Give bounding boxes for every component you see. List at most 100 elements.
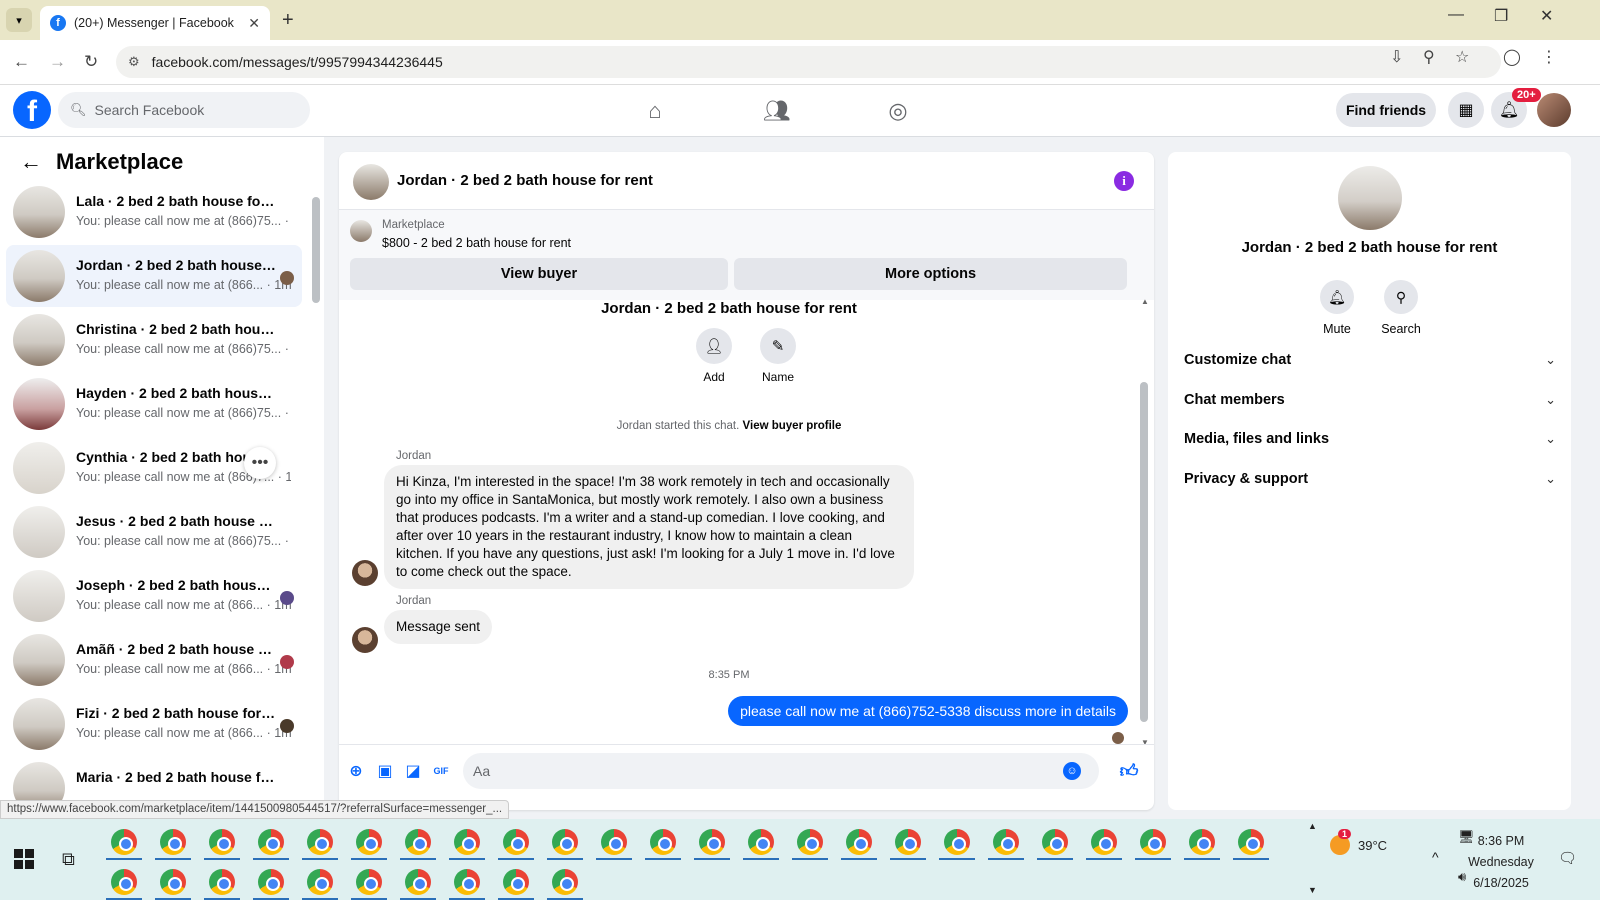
chrome-taskbar-icon[interactable]	[601, 829, 627, 855]
url-text[interactable]: facebook.com/messages/t/9957994344236445	[152, 54, 443, 70]
chrome-taskbar-icon[interactable]	[503, 869, 529, 895]
chrome-taskbar-icon[interactable]	[503, 829, 529, 855]
more-options-dots-icon[interactable]: •••	[244, 447, 276, 479]
conversation-item[interactable]: Lala · 2 bed 2 bath house for rent You: …	[6, 181, 302, 243]
notifications-center-icon[interactable]: 🗨︎	[1558, 849, 1577, 867]
emoji-icon[interactable]: ☺	[1063, 762, 1081, 780]
zoom-icon[interactable]: ⚲	[1423, 47, 1435, 67]
view-buyer-profile-link[interactable]: View buyer profile	[743, 420, 842, 432]
view-buyer-button[interactable]: View buyer	[350, 258, 728, 290]
attach-media-icon[interactable]: ▣	[375, 761, 395, 781]
name-action[interactable]: ✎ Name	[748, 328, 808, 384]
chrome-taskbar-icon[interactable]	[209, 829, 235, 855]
chrome-taskbar-icon[interactable]	[356, 869, 382, 895]
chrome-taskbar-icon[interactable]	[160, 829, 186, 855]
back-icon[interactable]: ←	[13, 52, 30, 72]
taskbar-scroll-down-icon[interactable]: ▼	[1308, 885, 1317, 895]
task-view-icon[interactable]: ⧉	[62, 849, 75, 870]
chrome-taskbar-icon[interactable]	[895, 829, 921, 855]
chrome-taskbar-icon[interactable]	[356, 829, 382, 855]
chrome-taskbar-icon[interactable]	[111, 829, 137, 855]
home-icon[interactable]: ⌂	[641, 97, 669, 125]
customize-chat-row[interactable]: Customize chat ⌄	[1180, 342, 1560, 378]
site-info-icon[interactable]: ⚙	[128, 54, 140, 70]
incoming-message[interactable]: Message sent	[384, 610, 493, 644]
gif-icon[interactable]: GIF	[431, 761, 451, 781]
chrome-taskbar-icon[interactable]	[797, 829, 823, 855]
conversation-item[interactable]: Christina · 2 bed 2 bath house f... You:…	[6, 309, 302, 371]
groups-icon[interactable]: ◎	[884, 97, 912, 125]
account-avatar[interactable]	[1537, 93, 1571, 127]
chrome-taskbar-icon[interactable]	[552, 869, 578, 895]
chrome-taskbar-icon[interactable]	[307, 869, 333, 895]
sticker-icon[interactable]: ◪	[403, 761, 423, 781]
bookmark-star-icon[interactable]: ☆	[1455, 47, 1469, 67]
windows-start-icon[interactable]	[14, 849, 34, 869]
taskbar-scroll-up-icon[interactable]: ▲	[1308, 821, 1317, 831]
tab-close-icon[interactable]: ✕	[248, 15, 260, 32]
facebook-logo-icon[interactable]: f	[13, 91, 51, 129]
outgoing-message[interactable]: please call now me at (866)752-5338 disc…	[728, 696, 1128, 726]
friends-icon[interactable]: 👥︎	[763, 97, 791, 125]
chat-members-row[interactable]: Chat members ⌄	[1180, 382, 1560, 418]
weather-widget[interactable]: 1 39°C	[1330, 829, 1387, 855]
chrome-taskbar-icon[interactable]	[748, 829, 774, 855]
listing-title[interactable]: $800 - 2 bed 2 bath house for rent	[382, 236, 571, 250]
conversation-item-active[interactable]: Jordan · 2 bed 2 bath house f... You: pl…	[6, 245, 302, 307]
system-clock[interactable]: 8:36 PM Wednesday 6/18/2025	[1458, 831, 1544, 894]
close-window-icon[interactable]: ✕	[1540, 6, 1553, 26]
sender-avatar[interactable]	[352, 627, 378, 653]
plus-actions-icon[interactable]: ⊕	[346, 761, 366, 781]
facebook-search-input[interactable]: 🔍︎ Search Facebook	[58, 92, 310, 128]
chrome-taskbar-icon[interactable]	[454, 869, 480, 895]
conversation-item[interactable]: Joseph · 2 bed 2 bath house f... You: pl…	[6, 565, 302, 627]
message-input[interactable]: Aa ☺	[463, 753, 1099, 789]
conversation-item[interactable]: Jesus · 2 bed 2 bath house for r... You:…	[6, 501, 302, 563]
chrome-taskbar-icon[interactable]	[1189, 829, 1215, 855]
chrome-taskbar-icon[interactable]	[405, 829, 431, 855]
chrome-taskbar-icon[interactable]	[209, 869, 235, 895]
incoming-message[interactable]: Hi Kinza, I'm interested in the space! I…	[384, 465, 914, 589]
sender-avatar[interactable]	[352, 560, 378, 586]
sidebar-scrollbar[interactable]	[312, 197, 320, 303]
chrome-taskbar-icon[interactable]	[1042, 829, 1068, 855]
chrome-taskbar-icon[interactable]	[1238, 829, 1264, 855]
restore-icon[interactable]: ❐	[1494, 6, 1508, 26]
profile-icon[interactable]: ◯	[1503, 47, 1521, 67]
find-friends-button[interactable]: Find friends	[1336, 93, 1436, 127]
info-icon[interactable]: i	[1114, 171, 1134, 191]
conversation-item[interactable]: Fizi · 2 bed 2 bath house for r... You: …	[6, 693, 302, 755]
chrome-taskbar-icon[interactable]	[160, 869, 186, 895]
scroll-up-icon[interactable]: ▲	[1141, 297, 1149, 306]
search-action[interactable]: ⚲ Search	[1371, 280, 1431, 336]
chrome-taskbar-icon[interactable]	[552, 829, 578, 855]
chrome-taskbar-icon[interactable]	[846, 829, 872, 855]
chrome-taskbar-icon[interactable]	[650, 829, 676, 855]
browser-tab[interactable]: f (20+) Messenger | Facebook ✕	[40, 6, 270, 40]
conversation-item[interactable]: Amãñ · 2 bed 2 bath house fo... You: ple…	[6, 629, 302, 691]
media-files-links-row[interactable]: Media, files and links ⌄	[1180, 421, 1560, 457]
chrome-taskbar-icon[interactable]	[454, 829, 480, 855]
chrome-taskbar-icon[interactable]	[405, 869, 431, 895]
minimize-icon[interactable]: —	[1448, 6, 1464, 24]
install-app-icon[interactable]: ⇩	[1390, 47, 1403, 67]
add-action[interactable]: 👤︎ Add	[684, 328, 744, 384]
menu-grid-icon[interactable]: ▦	[1448, 92, 1484, 128]
tab-search-chevron-icon[interactable]: ▾	[6, 8, 32, 32]
chrome-taskbar-icon[interactable]	[258, 829, 284, 855]
more-options-button[interactable]: More options	[734, 258, 1127, 290]
like-thumbs-up-icon[interactable]: 👍︎	[1119, 761, 1139, 781]
chat-scrollbar[interactable]	[1140, 382, 1148, 722]
privacy-support-row[interactable]: Privacy & support ⌄	[1180, 461, 1560, 497]
mute-action[interactable]: 🔔︎ Mute	[1307, 280, 1367, 336]
chrome-taskbar-icon[interactable]	[1140, 829, 1166, 855]
chrome-taskbar-icon[interactable]	[699, 829, 725, 855]
chrome-taskbar-icon[interactable]	[258, 869, 284, 895]
chrome-taskbar-icon[interactable]	[944, 829, 970, 855]
chrome-taskbar-icon[interactable]	[111, 869, 137, 895]
chrome-menu-icon[interactable]: ⋮	[1541, 47, 1557, 67]
chrome-taskbar-icon[interactable]	[993, 829, 1019, 855]
reload-icon[interactable]: ↻	[84, 52, 98, 72]
chat-title[interactable]: Jordan · 2 bed 2 bath house for rent	[397, 172, 653, 189]
listing-avatar[interactable]	[1338, 166, 1402, 230]
